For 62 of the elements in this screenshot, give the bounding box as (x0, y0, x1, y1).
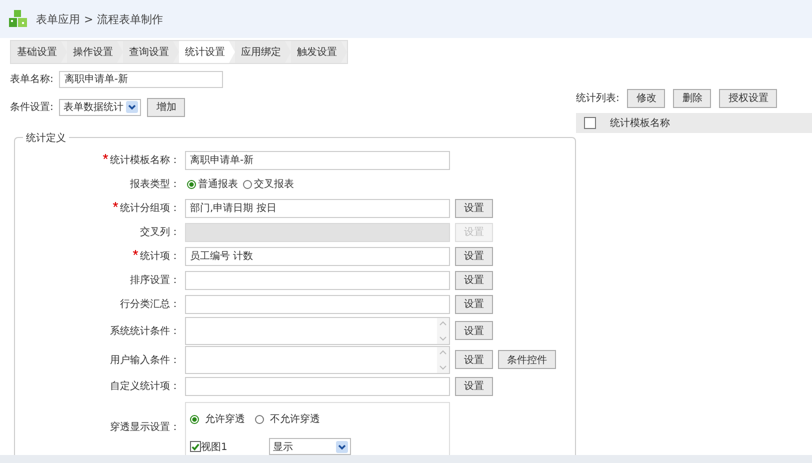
stat-list-label: 统计列表: (576, 92, 620, 105)
step-tab[interactable]: 统计设置 (179, 41, 235, 63)
set-button[interactable]: 设置 (455, 198, 493, 218)
scrollbar[interactable] (437, 318, 449, 344)
panel-legend: 统计定义 (23, 131, 69, 145)
set-button[interactable]: 设置 (455, 350, 493, 369)
blocks-logo-icon (8, 9, 28, 29)
step-tab[interactable]: 操作设置 (67, 41, 123, 63)
scroll-arrows-icon (438, 320, 448, 342)
condition-label: 条件设置: (10, 100, 54, 114)
set-button[interactable]: 条件控件 (498, 350, 556, 369)
breadcrumb-link[interactable]: 表单应用 (36, 12, 80, 26)
field-label: 行分类汇总： (119, 298, 180, 311)
input-field[interactable]: 离职申请单-新 (185, 150, 450, 170)
form-name-label: 表单名称: (10, 72, 54, 86)
drill-radio[interactable]: 允许穿透 (190, 412, 245, 426)
view-checkbox[interactable] (190, 441, 201, 452)
add-button[interactable]: 增加 (147, 98, 186, 116)
input-field[interactable]: 员工编号 计数 (185, 246, 450, 266)
textarea-field[interactable] (185, 346, 450, 374)
field-label: 交叉列： (139, 226, 180, 239)
caret-icon (336, 440, 348, 452)
set-button[interactable]: 设置 (455, 294, 493, 314)
drill-radio[interactable]: 不允许穿透 (255, 412, 320, 426)
breadcrumb-separator: > (84, 12, 94, 26)
caret-icon (126, 101, 138, 113)
input-field[interactable] (185, 376, 450, 396)
field-label: 统计模板名称： (15, 153, 180, 167)
list-action-button[interactable]: 修改 (627, 88, 666, 108)
step-tab[interactable]: 查询设置 (123, 41, 179, 63)
input-field[interactable] (185, 270, 450, 290)
step-tab[interactable]: 应用绑定 (235, 41, 291, 63)
column-header: 统计模板名称 (610, 116, 670, 130)
set-button[interactable]: 设置 (455, 246, 493, 266)
step-tab[interactable]: 基础设置 (11, 41, 67, 63)
form-name-field[interactable]: 离职申请单-新 (59, 70, 224, 88)
breadcrumb-current: 流程表单制作 (97, 12, 164, 26)
field-label: 报表类型： (129, 178, 180, 191)
select-all-checkbox[interactable] (584, 117, 596, 129)
report-type-radio[interactable]: 普通报表 (187, 177, 238, 191)
scrollbar[interactable] (437, 346, 449, 372)
input-field[interactable] (185, 294, 450, 314)
set-button[interactable]: 设置 (455, 321, 493, 340)
view-label: 视图1 (201, 440, 228, 454)
scroll-arrows-icon (438, 348, 448, 370)
condition-dropdown[interactable]: 表单数据统计 (59, 98, 142, 116)
field-label: 排序设置： (129, 274, 180, 287)
list-action-button[interactable]: 删除 (673, 88, 712, 108)
field-label: 系统统计条件： (109, 324, 180, 338)
report-type-radio[interactable]: 交叉报表 (243, 177, 294, 191)
textarea-field[interactable] (185, 316, 450, 344)
field-label: 穿透显示设置： (109, 420, 180, 434)
field-label: 自定义统计项： (109, 380, 180, 393)
field-label: 用户输入条件： (109, 354, 180, 366)
field-label: 统计分组项： (15, 201, 180, 215)
step-tab[interactable]: 触发设置 (291, 41, 347, 63)
list-action-button[interactable]: 授权设置 (719, 88, 778, 108)
set-button[interactable]: 设置 (455, 376, 493, 396)
input-field[interactable]: 部门,申请日期 按日 (185, 198, 450, 218)
display-dropdown[interactable]: 显示 (269, 438, 351, 455)
field-label: 统计项： (15, 249, 180, 263)
set-button[interactable]: 设置 (455, 270, 493, 290)
